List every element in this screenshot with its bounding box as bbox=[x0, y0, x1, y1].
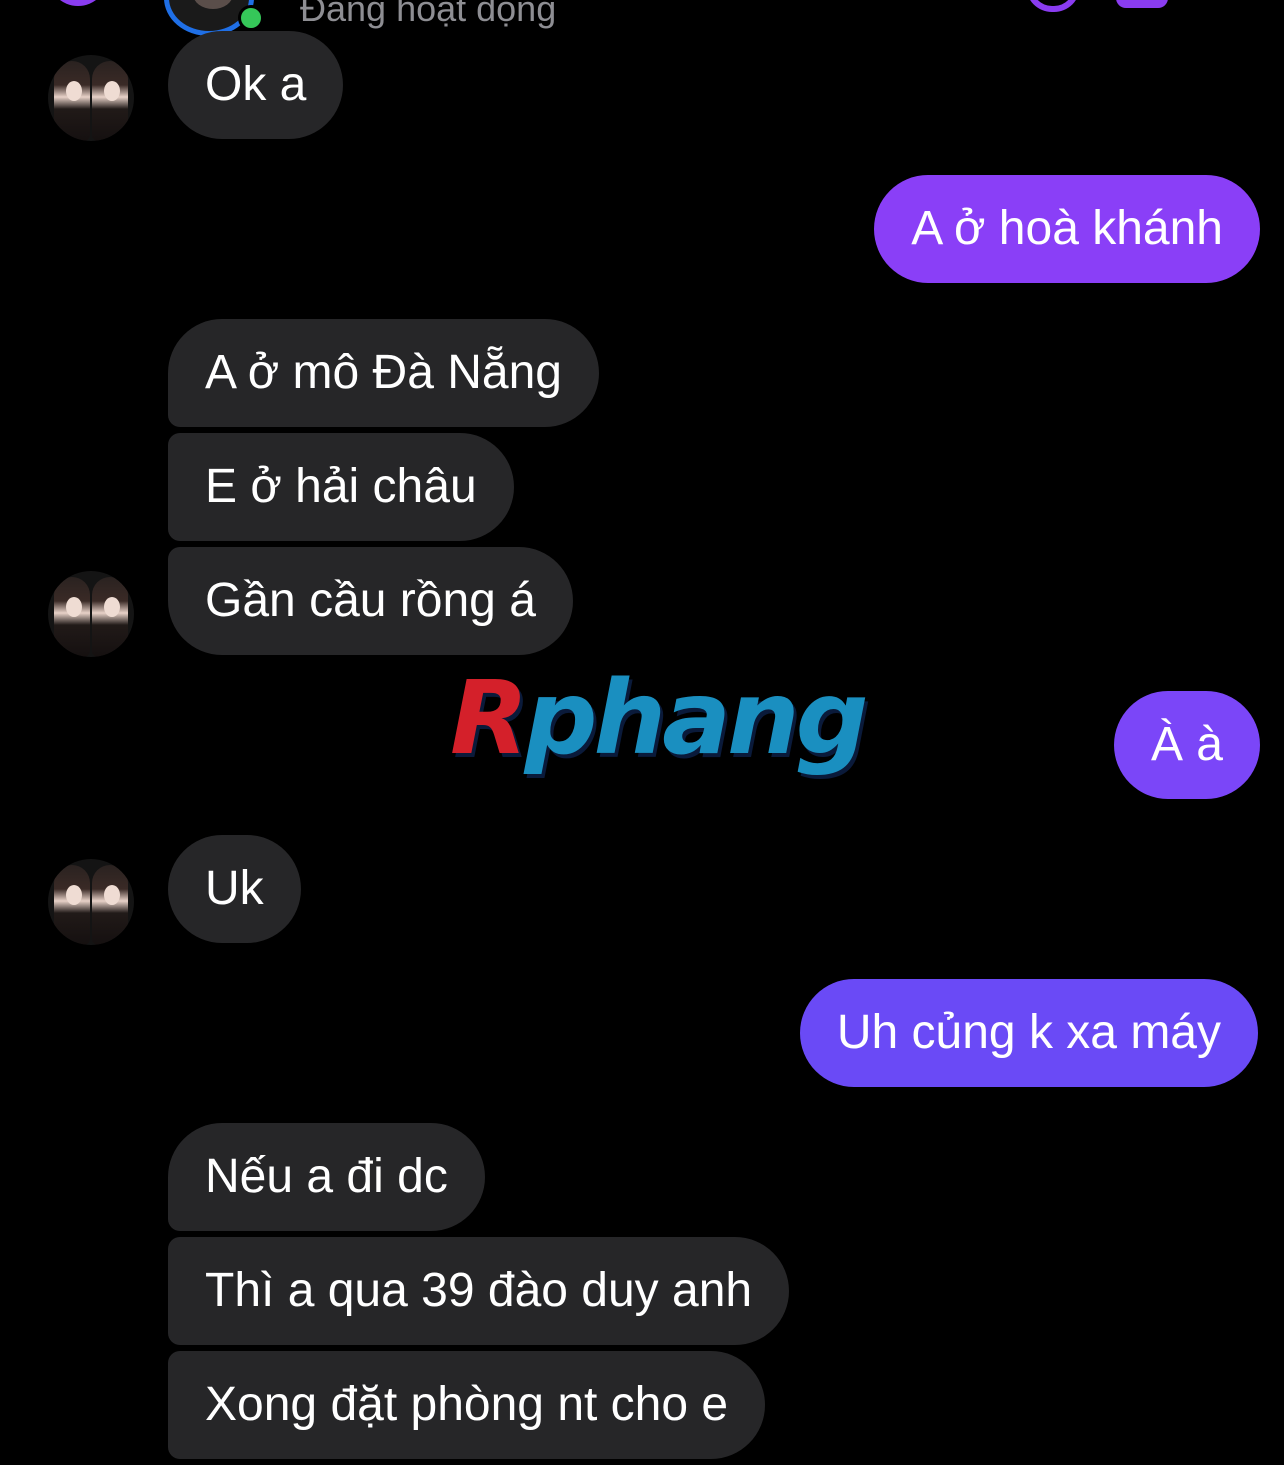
avatar-figure bbox=[92, 61, 128, 141]
incoming-message[interactable]: Xong đặt phòng nt cho e bbox=[168, 1351, 766, 1459]
sender-avatar[interactable] bbox=[48, 571, 134, 657]
incoming-message[interactable]: Nếu a đi dc bbox=[168, 1123, 485, 1231]
incoming-message[interactable]: E ở hải châu bbox=[168, 433, 514, 541]
sender-avatar[interactable] bbox=[48, 55, 134, 141]
outgoing-message[interactable]: A ở hoà khánh bbox=[874, 175, 1260, 283]
video-icon[interactable] bbox=[1116, 0, 1168, 8]
watermark-rest: phang bbox=[524, 659, 869, 778]
avatar-face bbox=[104, 81, 120, 101]
outgoing-message[interactable]: À à bbox=[1113, 691, 1260, 799]
incoming-message[interactable]: Ok a bbox=[168, 31, 344, 139]
incoming-message[interactable]: Uk bbox=[168, 835, 301, 943]
incoming-message[interactable]: Thì a qua 39 đào duy anh bbox=[168, 1237, 790, 1345]
avatar-face bbox=[104, 597, 120, 617]
watermark-first-letter: R bbox=[450, 659, 529, 778]
avatar-face bbox=[66, 81, 82, 101]
sender-avatar[interactable] bbox=[48, 859, 134, 945]
avatar-figure bbox=[92, 577, 128, 657]
avatar-photo bbox=[193, 0, 233, 9]
back-icon[interactable] bbox=[48, 0, 108, 6]
avatar-face bbox=[66, 885, 82, 905]
avatar-face bbox=[104, 885, 120, 905]
avatar-figure bbox=[54, 577, 90, 657]
avatar-figure bbox=[54, 61, 90, 141]
watermark-logo: Rphang bbox=[450, 668, 869, 770]
avatar-figure bbox=[54, 865, 90, 945]
incoming-message[interactable]: A ở mô Đà Nẵng bbox=[168, 319, 599, 427]
online-dot-icon bbox=[238, 5, 264, 31]
avatar-face bbox=[66, 597, 82, 617]
avatar-figure bbox=[92, 865, 128, 945]
outgoing-message[interactable]: Uh củng k xa máy bbox=[799, 979, 1258, 1087]
active-status: Đang hoạt động bbox=[300, 0, 557, 29]
call-icon[interactable] bbox=[1026, 0, 1080, 12]
incoming-message[interactable]: Gần cầu rồng á bbox=[168, 547, 573, 655]
